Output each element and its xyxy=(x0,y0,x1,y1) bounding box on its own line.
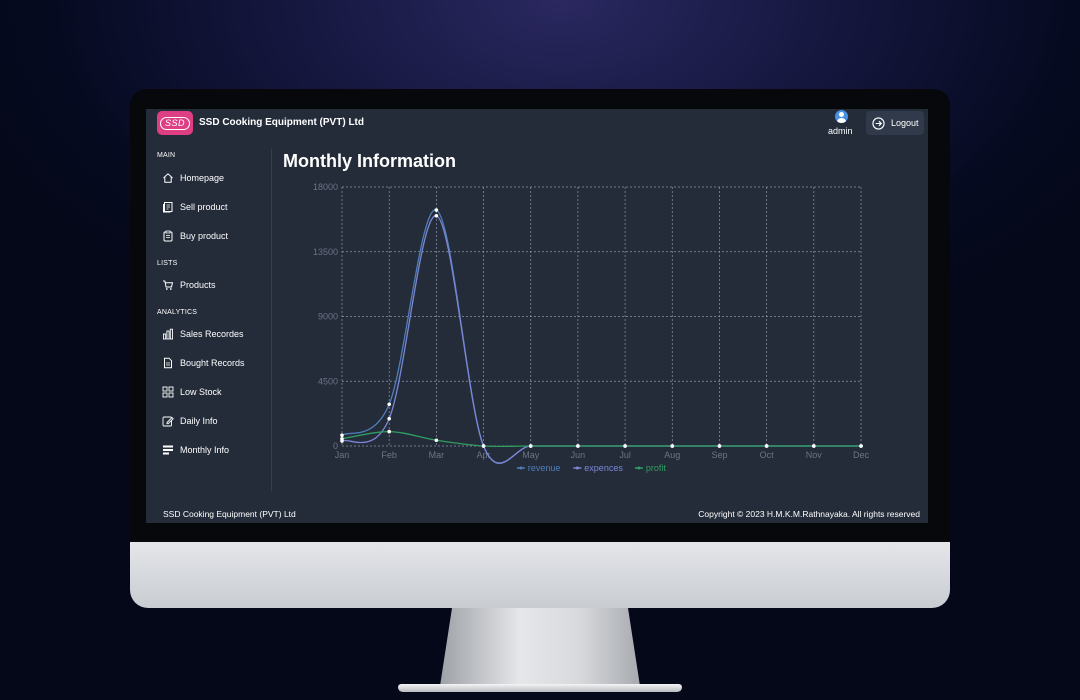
data-point-profit xyxy=(764,444,769,448)
footer-company: SSD Cooking Equipment (PVT) Ltd xyxy=(163,509,296,519)
monitor-chin xyxy=(130,542,950,608)
app-screen: SSD SSD Cooking Equipment (PVT) Ltd admi… xyxy=(146,109,928,523)
company-name: SSD Cooking Equipment (PVT) Ltd xyxy=(199,117,364,128)
x-tick-label: Oct xyxy=(760,450,775,460)
data-point-profit xyxy=(434,438,439,443)
sidebar-item-label: Homepage xyxy=(180,173,225,183)
legend-marker-revenue xyxy=(519,466,523,470)
data-point-revenue xyxy=(340,433,344,438)
home-icon xyxy=(162,172,174,184)
logo-text: SSD xyxy=(159,116,190,130)
section-label-analytics: ANALYTICS xyxy=(157,309,198,316)
data-point-profit xyxy=(623,444,627,448)
sidebar-item-buy-product[interactable]: Buy product xyxy=(162,228,228,244)
sidebar-item-homepage[interactable]: Homepage xyxy=(162,170,224,186)
x-tick-label: May xyxy=(522,450,540,460)
edit-icon xyxy=(162,415,174,427)
x-tick-label: Nov xyxy=(806,450,823,460)
cart-icon xyxy=(162,279,174,291)
sidebar-item-label: Sell product xyxy=(180,202,228,212)
sidebar-item-label: Products xyxy=(180,280,216,290)
data-point-profit xyxy=(576,444,580,448)
clipboard-icon xyxy=(162,230,174,242)
legend-label-revenue: revenue xyxy=(528,463,561,473)
sidebar-divider xyxy=(271,149,272,491)
monthly-line-chart: 0450090001350018000Jan Feb Mar Apr May Jun Jul… xyxy=(313,182,870,473)
x-tick-label: Jul xyxy=(619,450,631,460)
y-tick-label: 9000 xyxy=(318,312,338,322)
company-logo[interactable]: SSD xyxy=(157,111,193,135)
x-tick-label: Dec xyxy=(853,450,870,460)
y-tick-label: 4500 xyxy=(318,376,338,386)
document-icon xyxy=(162,357,174,369)
logout-button[interactable]: Logout xyxy=(866,111,924,135)
data-point-profit xyxy=(859,444,863,448)
list-icon xyxy=(162,444,174,456)
data-point-revenue xyxy=(434,208,439,212)
sidebar-item-products[interactable]: Products xyxy=(162,277,216,293)
data-point-expences xyxy=(387,416,391,421)
series-line-profit xyxy=(341,430,861,448)
bar-chart-icon xyxy=(162,328,174,340)
series-line-revenue xyxy=(341,209,861,465)
y-tick-label: 18000 xyxy=(313,182,338,192)
footer-copyright: Copyright © 2023 H.M.K.M.Rathnayaka. All… xyxy=(698,509,920,519)
sidebar-item-label: Sales Recordes xyxy=(180,329,244,339)
legend-marker-profit xyxy=(637,466,641,470)
legend-label-expences: expences xyxy=(584,463,623,473)
sell-icon xyxy=(162,201,174,213)
legend-marker-expences xyxy=(575,466,579,470)
x-tick-label: Jun xyxy=(571,450,586,460)
x-tick-label: Feb xyxy=(381,450,397,460)
x-tick-label: Mar xyxy=(429,450,445,460)
y-tick-label: 13500 xyxy=(313,247,338,257)
data-point-revenue xyxy=(387,402,391,407)
sidebar-item-bought-records[interactable]: Bought Records xyxy=(162,355,245,371)
section-label-lists: LISTS xyxy=(157,260,178,267)
logout-label: Logout xyxy=(891,118,919,128)
sidebar-item-sell-product[interactable]: Sell product xyxy=(162,199,228,215)
data-point-profit xyxy=(717,444,722,448)
grid-icon xyxy=(162,386,174,398)
data-point-profit xyxy=(670,444,675,448)
page-title: Monthly Information xyxy=(283,151,456,171)
data-point-profit xyxy=(812,444,816,448)
sidebar-item-label: Buy product xyxy=(180,231,229,241)
section-label-main: MAIN xyxy=(157,152,176,159)
sidebar-item-label: Low Stock xyxy=(180,387,222,397)
data-point-profit xyxy=(387,429,391,434)
data-point-profit xyxy=(528,444,533,448)
sidebar-item-label: Monthly Info xyxy=(180,445,230,455)
x-tick-label: Aug xyxy=(664,450,680,460)
x-tick-label: Jan xyxy=(335,450,350,460)
sidebar-item-monthly-info[interactable]: Monthly Info xyxy=(162,442,229,458)
x-tick-label: Sep xyxy=(711,450,727,460)
user-name: admin xyxy=(828,126,853,136)
monitor-stand xyxy=(440,608,640,686)
legend-label-profit: profit xyxy=(646,463,667,473)
data-point-profit xyxy=(481,444,486,448)
logout-icon xyxy=(872,116,885,130)
sidebar-item-low-stock[interactable]: Low Stock xyxy=(162,384,222,400)
data-point-profit xyxy=(340,437,344,441)
data-point-expences xyxy=(434,213,439,218)
sidebar-item-label: Daily Info xyxy=(180,416,218,426)
monitor-base xyxy=(398,684,682,692)
user-avatar-icon[interactable] xyxy=(835,110,848,123)
sidebar-item-sales-records[interactable]: Sales Recordes xyxy=(162,326,244,342)
sidebar-item-label: Bought Records xyxy=(180,358,245,368)
sidebar-item-daily-info[interactable]: Daily Info xyxy=(162,413,218,429)
